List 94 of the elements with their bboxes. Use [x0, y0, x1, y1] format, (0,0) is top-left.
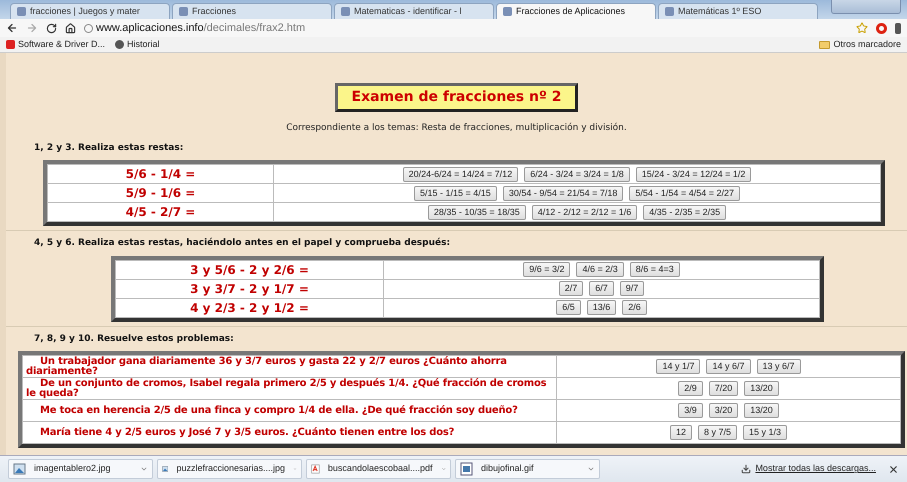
file-name: imagentablero2.jpg [34, 462, 112, 476]
section-heading: 1, 2 y 3. Realiza estas restas: [34, 142, 184, 154]
answer-button[interactable]: 7/20 [708, 381, 738, 396]
show-all-downloads-link[interactable]: Mostrar todas las descargas... [755, 462, 876, 476]
question-cell: 3 y 3/7 - 2 y 1/7 = [116, 280, 383, 298]
bookmark-label: Software & Driver D... [18, 38, 106, 51]
section-heading: 7, 8, 9 y 10. Resuelve estos problemas: [34, 332, 235, 346]
question-cell: 5/9 - 1/6 = [48, 184, 273, 202]
home-icon[interactable] [65, 22, 76, 34]
answer-button[interactable]: 15/24 - 3/24 = 12/24 = 1/2 [636, 166, 752, 182]
question-cell: María tiene 4 y 2/5 euros y José 7 y 3/5 euros. ¿Cuánto tienen entre los dos? [23, 422, 556, 443]
answer-button[interactable]: 8 y 7/5 [698, 425, 737, 440]
download-item[interactable]: imagentablero2.jpg [8, 459, 153, 479]
page-icon [17, 7, 26, 16]
answer-button[interactable]: 9/6 = 3/2 [523, 262, 570, 277]
answer-button[interactable]: 14 y 6/7 [706, 359, 751, 374]
answer-button[interactable]: 14 y 1/7 [656, 359, 700, 374]
answer-button[interactable]: 28/35 - 10/35 = 18/35 [428, 204, 526, 220]
tab-title: Fracciones de Aplicaciones [516, 4, 626, 18]
caret-icon[interactable] [587, 465, 595, 473]
answer-button[interactable]: 9/7 [620, 281, 644, 296]
tab-title: Fracciones [192, 4, 236, 18]
folder-icon [819, 40, 830, 48]
answer-button[interactable]: 3/9 [678, 403, 703, 418]
browser-tab[interactable]: Fracciones [172, 3, 332, 19]
answer-button[interactable]: 4/12 - 2/12 = 2/12 = 1/6 [532, 204, 638, 220]
page-icon [341, 7, 350, 16]
answer-button[interactable]: 5/54 - 1/54 = 4/54 = 2/27 [629, 186, 740, 200]
answer-button[interactable]: 20/24-6/24 = 14/24 = 7/12 [402, 166, 518, 182]
question-cell: 4 y 2/3 - 2 y 1/2 = [116, 298, 383, 316]
image-file-icon [13, 462, 26, 476]
tab-title: fracciones | Juegos y mater [30, 4, 140, 18]
answer-button[interactable]: 2/7 [558, 281, 584, 296]
url-path: /decimales/frax2.htm [204, 20, 306, 36]
bookmark[interactable]: Software & Driver D... [6, 38, 106, 52]
answer-button[interactable]: 4/35 - 2/35 = 2/35 [643, 204, 726, 220]
file-name: dibujofinal.gif [481, 462, 535, 476]
answer-button[interactable]: 6/24 - 3/24 = 3/24 = 1/8 [524, 166, 630, 182]
caret-icon[interactable] [140, 465, 148, 473]
tab-title: Matematicas - identificar - l [354, 4, 462, 18]
download-icon [741, 464, 752, 474]
answer-button[interactable]: 3/20 [708, 403, 738, 418]
close-icon[interactable] [888, 464, 899, 474]
pdf-file-icon [311, 462, 320, 476]
question-cell: 4/5 - 2/7 = [48, 203, 273, 221]
bookmark-label: Otros marcadore [833, 38, 901, 51]
file-name: puzzlefraccionesarias....jpg [176, 462, 286, 476]
question-cell: 3 y 5/6 - 2 y 2/6 = [116, 260, 383, 278]
answer-button[interactable]: 8/6 = 4=3 [630, 262, 680, 277]
back-icon[interactable] [6, 22, 18, 34]
question-cell: Un trabajador gana diariamente 36 y 3/7 euros y gasta 22 y 2/7 euros ¿Cuánto ahorra diariamente? [23, 356, 556, 377]
answer-button[interactable]: 13/20 [744, 403, 779, 418]
section-heading: 4, 5 y 6. Realiza estas restas, haciéndolo antes en el papel y comprueba después: [34, 237, 452, 250]
subtitle: Correspondiente a los temas: Resta de fracciones, multiplicación y división. [285, 122, 628, 135]
question-cell: 5/6 - 1/4 = [48, 165, 273, 183]
question-cell: Me toca en herencia 2/5 de una finca y compro 1/4 de ella. ¿De qué fracción soy dueño? [23, 400, 556, 421]
page-title: Examen de fracciones nº 2 [334, 83, 578, 112]
tab-title: Matemáticas 1º ESO [678, 4, 762, 18]
answer-button[interactable]: 13/6 [586, 300, 616, 315]
answer-button[interactable]: 30/54 - 9/54 = 21/54 = 7/18 [502, 186, 624, 200]
image-file-icon [460, 462, 473, 476]
address-bar[interactable]: www.aplicaciones.info/decimales/frax2.htm [84, 20, 848, 36]
page-icon [179, 7, 188, 16]
answer-button[interactable]: 2/9 [678, 381, 703, 396]
bookmark-icon [115, 40, 124, 49]
stop-icon[interactable] [876, 22, 887, 34]
answer-button[interactable]: 5/15 - 1/15 = 4/15 [414, 186, 497, 200]
download-item[interactable]: puzzlefraccionesarias....jpg [157, 459, 302, 479]
file-name: buscandolaescobaal....pdf [328, 462, 432, 476]
bookmark[interactable]: Historial [115, 38, 160, 52]
browser-tab[interactable]: Matematicas - identificar - l [334, 3, 494, 19]
bookmark-label: Historial [127, 38, 160, 51]
bookmark-icon [6, 40, 15, 49]
answer-button[interactable]: 6/7 [589, 281, 614, 296]
caret-icon[interactable] [440, 465, 446, 473]
browser-tab[interactable]: Matemáticas 1º ESO [658, 3, 818, 19]
url-domain: www.aplicaciones.info [96, 20, 204, 36]
question-cell: De un conjunto de cromos, Isabel regala primero 2/5 y después 1/4. ¿Qué fracción de cromos le queda? [23, 378, 556, 399]
download-item[interactable]: dibujofinal.gif [455, 459, 600, 479]
download-item[interactable]: buscandolaescobaal....pdf [306, 459, 451, 479]
page-icon [665, 7, 674, 16]
answer-button[interactable]: 4/6 = 2/3 [576, 262, 624, 277]
answer-button[interactable]: 15 y 1/3 [743, 425, 788, 440]
answer-button[interactable]: 6/5 [556, 300, 581, 315]
page-icon [503, 7, 512, 16]
answer-button[interactable]: 2/6 [622, 300, 647, 315]
reload-icon[interactable] [46, 22, 57, 34]
answer-button[interactable]: 13/20 [744, 381, 779, 396]
star-icon[interactable] [856, 22, 868, 34]
browser-tab[interactable]: fracciones | Juegos y mater [10, 3, 170, 19]
bookmark-folder[interactable]: Otros marcadore [819, 38, 901, 52]
answer-button[interactable]: 12 [670, 425, 692, 440]
browser-tab[interactable]: Fracciones de Aplicaciones [496, 3, 656, 19]
answer-button[interactable]: 13 y 6/7 [756, 359, 801, 374]
